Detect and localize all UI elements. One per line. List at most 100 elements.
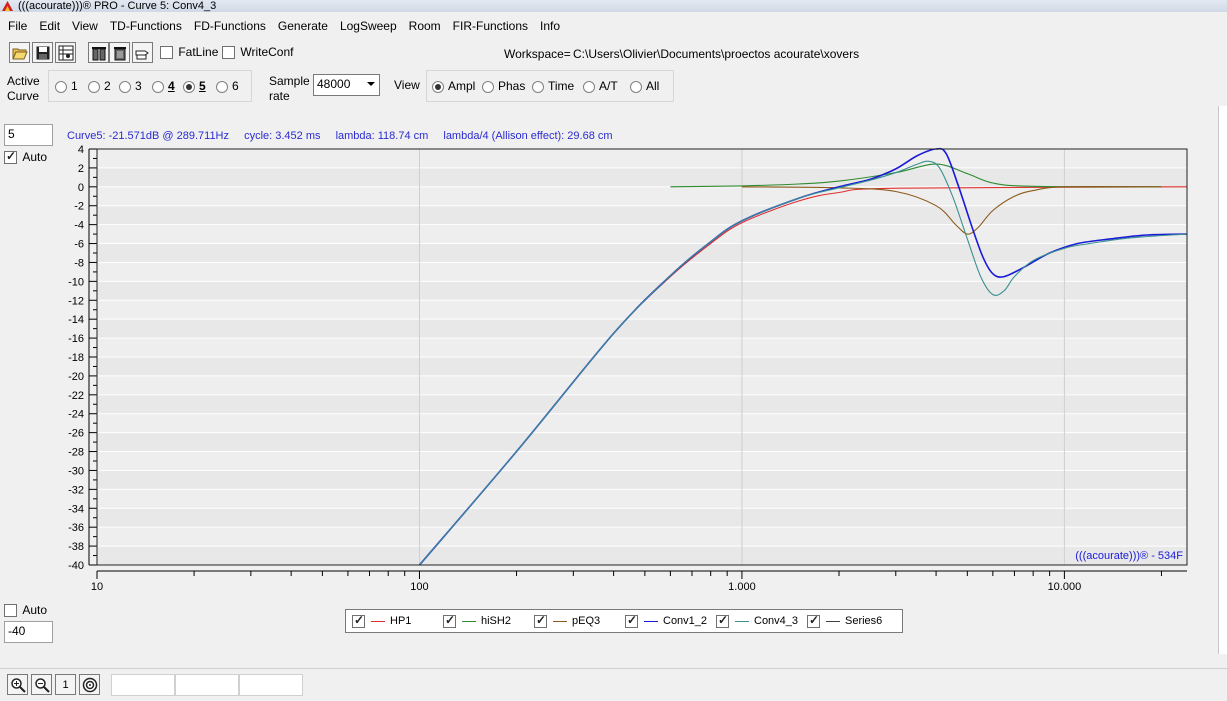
- legend-swatch: [371, 620, 385, 622]
- curve-radio-5[interactable]: 5: [183, 79, 206, 93]
- fatline-checkbox-wrap[interactable]: FatLine: [160, 45, 219, 60]
- status-field-3: [239, 674, 303, 696]
- view-radio-label: A/T: [599, 79, 618, 93]
- fatline-checkbox[interactable]: [160, 46, 173, 60]
- legend-swatch: [644, 620, 658, 622]
- menu-fir-functions[interactable]: FIR-Functions: [447, 16, 534, 36]
- y-max-value: 5: [8, 127, 15, 141]
- settings-button[interactable]: [55, 42, 76, 63]
- view-radio-ampl[interactable]: Ampl: [432, 79, 475, 93]
- legend-checkbox[interactable]: [625, 613, 638, 628]
- fatline-label: FatLine: [178, 45, 219, 59]
- legend-entry-hp1[interactable]: HP1: [352, 613, 443, 628]
- view-radio-all[interactable]: All: [630, 79, 659, 93]
- sample-rate-value: 48000: [317, 77, 351, 91]
- radio-button[interactable]: [482, 80, 494, 93]
- folder-open-icon: [11, 48, 28, 59]
- view-radio-label: Ampl: [448, 79, 476, 93]
- title-bar: (((acourate)))® PRO - Curve 5: Conv4_3: [0, 0, 1227, 12]
- legend-checkbox[interactable]: [443, 613, 456, 628]
- view-radio-phas[interactable]: Phas: [482, 79, 525, 93]
- legend-label: hiSH2: [481, 615, 511, 627]
- y-min-auto-checkbox-wrap[interactable]: Auto: [4, 603, 48, 618]
- legend-label: pEQ3: [572, 615, 601, 627]
- y-max-auto-checkbox[interactable]: [4, 149, 17, 165]
- menu-edit[interactable]: Edit: [33, 16, 66, 36]
- legend-checkbox[interactable]: [716, 613, 729, 628]
- view-radio-label: Phas: [498, 79, 526, 93]
- export-button[interactable]: [132, 42, 153, 63]
- writeconf-checkbox[interactable]: [222, 46, 235, 60]
- grid-band: [97, 451, 1187, 471]
- radio-button[interactable]: [583, 80, 595, 93]
- legend-checkbox[interactable]: [807, 613, 820, 628]
- radio-button[interactable]: [532, 80, 544, 93]
- menu-fd-functions[interactable]: FD-Functions: [188, 16, 272, 36]
- y-tick-label: -10: [68, 276, 84, 288]
- legend-label: Series6: [845, 615, 883, 627]
- legend-swatch: [826, 620, 840, 622]
- x-tick-label: 1.000: [728, 581, 756, 593]
- zoom-reset-button[interactable]: 1: [55, 674, 76, 695]
- legend-entry-series6[interactable]: Series6: [807, 613, 898, 628]
- zoom-in-button[interactable]: [7, 674, 28, 695]
- save-button[interactable]: [32, 42, 53, 63]
- curve-radio-1[interactable]: 1: [55, 79, 78, 93]
- y-min-auto-label: Auto: [22, 603, 48, 617]
- legend-entry-hish2[interactable]: hiSH2: [443, 613, 534, 628]
- y-tick-label: -32: [68, 484, 84, 496]
- x-tick-label: 100: [410, 581, 428, 593]
- menu-generate[interactable]: Generate: [272, 16, 334, 36]
- zoom-reset-label: 1: [62, 678, 69, 691]
- legend-entry-conv4-3[interactable]: Conv4_3: [716, 613, 807, 628]
- legend-entry-peq3[interactable]: pEQ3: [534, 613, 625, 628]
- delete-all-button[interactable]: [88, 42, 109, 63]
- legend-checkbox[interactable]: [534, 613, 547, 628]
- menu-logsweep[interactable]: LogSweep: [334, 16, 403, 36]
- menu-file[interactable]: File: [2, 16, 33, 36]
- legend-entry-conv1-2[interactable]: Conv1_2: [625, 613, 716, 628]
- view-radio-time[interactable]: Time: [532, 79, 574, 93]
- sample-rate-select[interactable]: 48000: [313, 74, 380, 96]
- radio-button[interactable]: [119, 80, 131, 93]
- status-bar: 1: [0, 668, 1227, 701]
- y-tick-label: -38: [68, 541, 84, 553]
- active-curve-label-line1: Active: [7, 74, 40, 88]
- curve-radio-4[interactable]: 4: [152, 79, 175, 93]
- radio-button[interactable]: [216, 80, 228, 93]
- y-max-input[interactable]: 5: [4, 124, 53, 146]
- open-button[interactable]: [9, 42, 30, 63]
- y-min-value: -40: [8, 624, 26, 638]
- view-radio-label: Time: [548, 79, 575, 93]
- curve-radio-label: 1: [71, 79, 78, 93]
- y-min-input[interactable]: -40: [4, 621, 53, 643]
- y-max-auto-checkbox-wrap[interactable]: Auto: [4, 149, 47, 165]
- radio-button[interactable]: [152, 80, 164, 93]
- view-radio-a-t[interactable]: A/T: [583, 79, 618, 93]
- legend-checkbox[interactable]: [352, 613, 365, 628]
- radio-button[interactable]: [88, 80, 100, 93]
- trash-multiple-icon: [91, 46, 106, 60]
- menu-view[interactable]: View: [66, 16, 104, 36]
- target-button[interactable]: [79, 674, 100, 695]
- y-tick-label: -18: [68, 352, 84, 364]
- cursor-info-line: Curve5: -21.571dB @ 289.711Hz cycle: 3.4…: [67, 130, 625, 142]
- radio-button[interactable]: [183, 80, 195, 93]
- curve-radio-2[interactable]: 2: [88, 79, 111, 93]
- delete-button[interactable]: [109, 42, 130, 63]
- y-tick-label: 4: [78, 145, 84, 156]
- radio-button[interactable]: [630, 80, 642, 93]
- menu-td-functions[interactable]: TD-Functions: [104, 16, 188, 36]
- radio-button[interactable]: [432, 80, 444, 93]
- writeconf-label: WriteConf: [240, 45, 294, 59]
- radio-button[interactable]: [55, 80, 67, 93]
- zoom-out-button[interactable]: [31, 674, 52, 695]
- y-min-auto-checkbox[interactable]: [4, 604, 17, 618]
- menu-room[interactable]: Room: [403, 16, 447, 36]
- frequency-response-chart[interactable]: 4 2 0 -2 -4 -6 -8 -10 -12 -14 -16 -18 -20 -22 -24 -26 -2…: [60, 145, 1200, 595]
- curve-radio-6[interactable]: 6: [216, 79, 239, 93]
- writeconf-checkbox-wrap[interactable]: WriteConf: [222, 45, 294, 60]
- curve-radio-3[interactable]: 3: [119, 79, 142, 93]
- menu-info[interactable]: Info: [534, 16, 566, 36]
- y-tick-label: -14: [68, 314, 84, 326]
